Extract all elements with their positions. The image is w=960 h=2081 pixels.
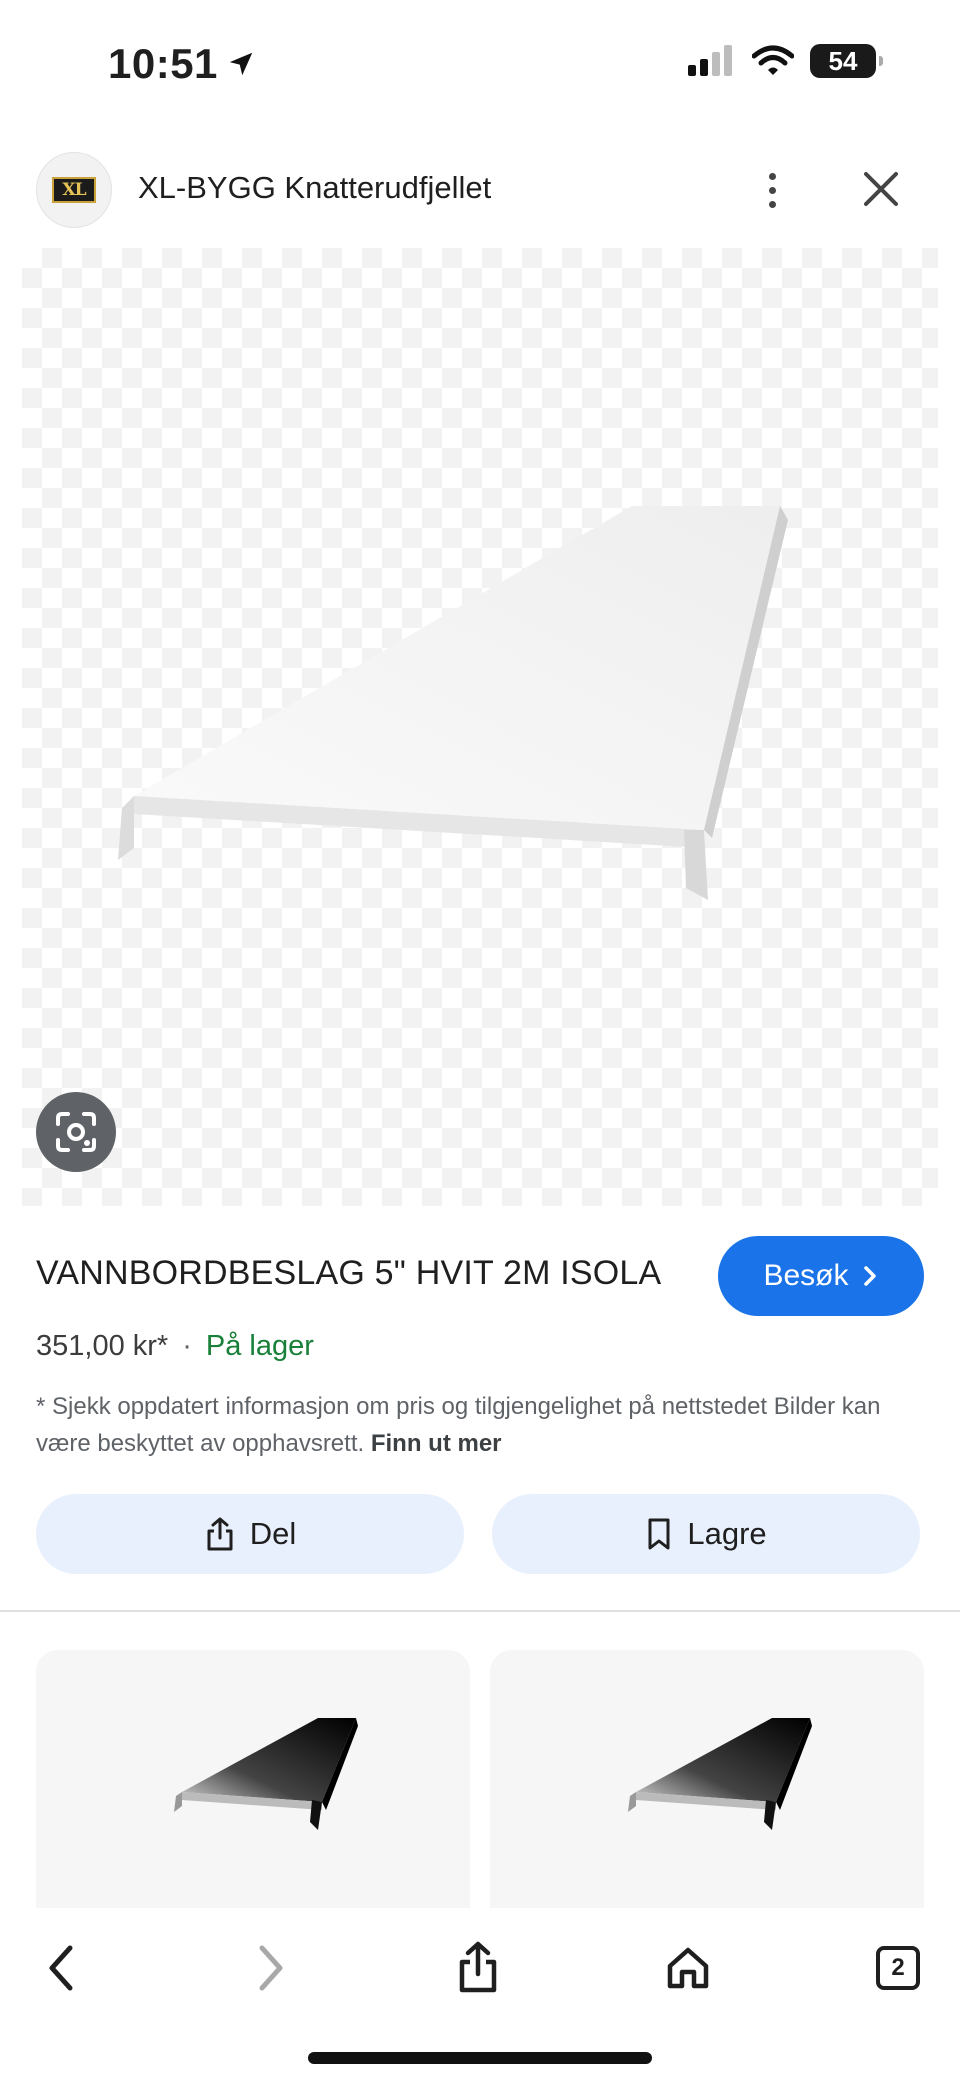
stock-status: På lager xyxy=(205,1330,314,1362)
related-product-image xyxy=(628,1718,812,1830)
site-name[interactable]: XL-BYGG Knatterudfjellet xyxy=(138,170,491,206)
source-header: XL XL-BYGG Knatterudfjellet xyxy=(0,150,960,232)
share-label: Del xyxy=(249,1516,297,1551)
forward-button[interactable] xyxy=(228,1926,312,2010)
close-icon[interactable] xyxy=(856,164,906,214)
toolbar-share-button[interactable] xyxy=(436,1926,520,2010)
more-vert-icon xyxy=(768,172,776,180)
time-text: 10:51 xyxy=(108,40,218,87)
logo-mark: XL xyxy=(52,177,96,203)
share-icon xyxy=(459,1941,497,1993)
location-arrow-icon xyxy=(229,52,253,76)
lens-icon xyxy=(56,1112,96,1152)
save-button[interactable]: Lagre xyxy=(492,1494,920,1574)
home-indicator[interactable] xyxy=(308,2052,652,2064)
cellular-signal-icon xyxy=(688,45,732,76)
price: 351,00 kr* xyxy=(36,1330,169,1362)
tabs-icon: 2 xyxy=(876,1946,920,1990)
section-divider xyxy=(0,1610,960,1612)
product-image-viewer[interactable] xyxy=(22,248,938,1206)
battery-level: 54 xyxy=(828,45,858,76)
wifi-icon xyxy=(752,45,794,75)
tabs-button[interactable]: 2 xyxy=(856,1926,940,2010)
visit-label: Besøk xyxy=(763,1259,849,1292)
google-lens-button[interactable] xyxy=(36,1092,116,1172)
price-disclaimer: * Sjekk oppdatert informasjon om pris og… xyxy=(36,1388,896,1462)
home-icon xyxy=(667,1947,709,1989)
status-indicators: 54 xyxy=(686,44,883,78)
related-product-card[interactable] xyxy=(36,1650,470,1910)
back-button[interactable] xyxy=(20,1926,104,2010)
learn-more-link[interactable]: Finn ut mer xyxy=(371,1430,502,1457)
share-icon xyxy=(207,1517,233,1551)
product-title: VANNBORDBESLAG 5" HVIT 2M ISOLA xyxy=(36,1254,662,1292)
site-logo[interactable]: XL xyxy=(36,152,112,228)
share-button[interactable]: Del xyxy=(36,1494,464,1574)
related-product-card[interactable] xyxy=(490,1650,924,1910)
related-product-image xyxy=(174,1718,358,1830)
battery-indicator: 54 xyxy=(810,44,883,78)
status-bar: 10:51 54 xyxy=(0,0,960,130)
chevron-right-icon xyxy=(863,1266,876,1286)
visit-button[interactable]: Besøk xyxy=(718,1236,924,1316)
forward-icon xyxy=(259,1945,283,1991)
product-image xyxy=(118,506,788,900)
more-options-button[interactable] xyxy=(752,162,792,218)
save-label: Lagre xyxy=(687,1516,767,1551)
back-icon xyxy=(49,1945,73,1991)
price-row: 351,00 kr* · På lager xyxy=(36,1330,314,1363)
bookmark-icon xyxy=(648,1518,670,1550)
separator: · xyxy=(182,1330,192,1362)
home-button[interactable] xyxy=(646,1926,730,2010)
browser-toolbar: 2 xyxy=(0,1908,960,2081)
status-time: 10:51 xyxy=(108,40,256,88)
